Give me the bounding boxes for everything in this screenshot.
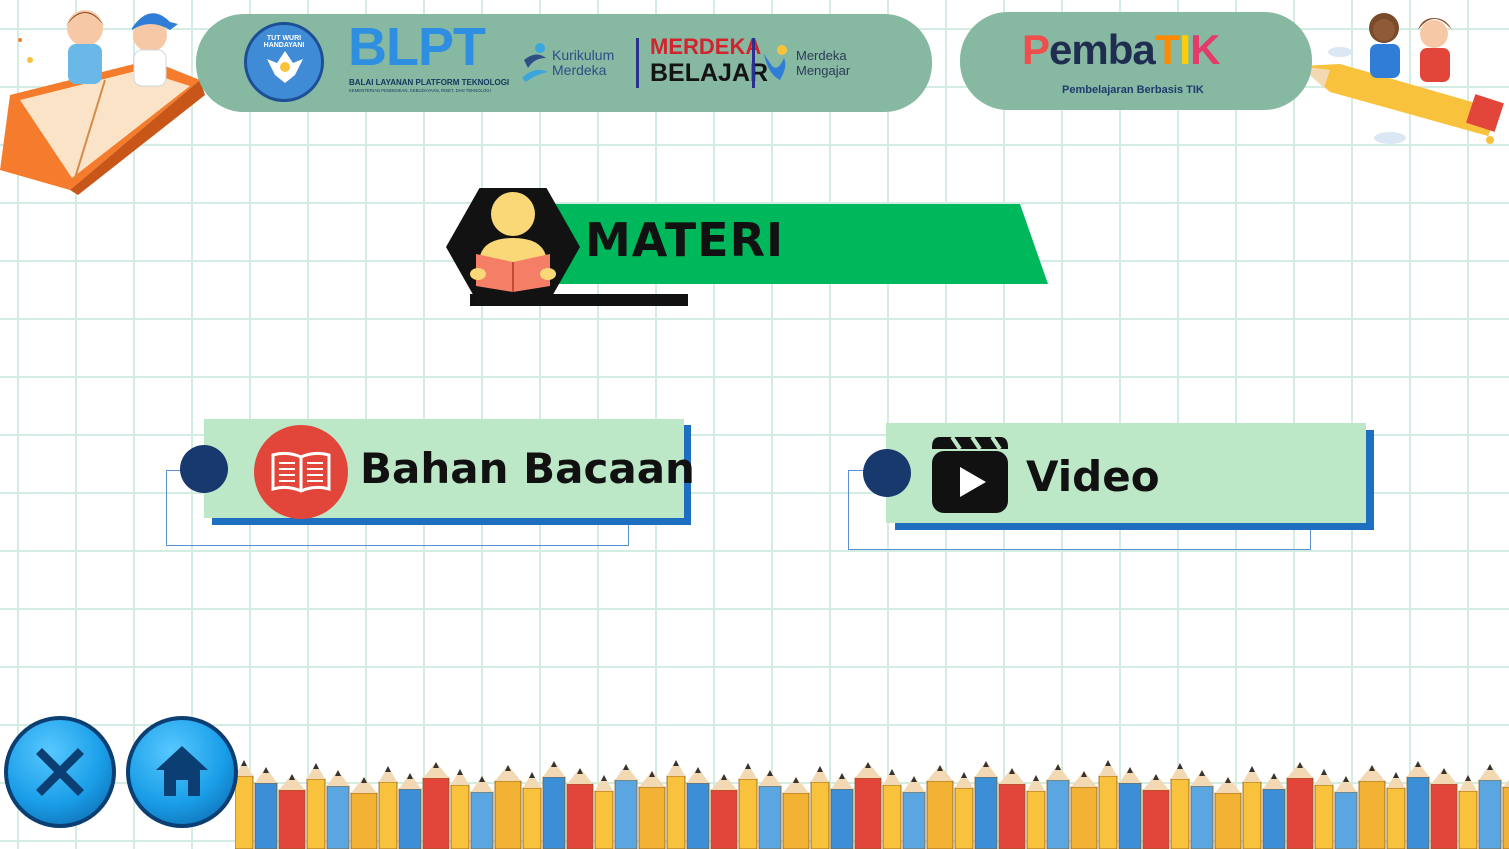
- kurikulum-merdeka-icon: [522, 43, 548, 82]
- kids-reading-book-illustration: [0, 10, 205, 195]
- pencil: [666, 760, 686, 849]
- page-title: MATERI: [585, 213, 785, 267]
- merdeka-mengajar-line1: Merdeka: [796, 48, 847, 63]
- pencil: [350, 777, 378, 849]
- pencil: [926, 765, 954, 849]
- pencil: [902, 776, 926, 849]
- book-icon-circle: [254, 425, 348, 519]
- merdeka-mengajar-text: Merdeka Mengajar: [796, 48, 850, 78]
- kurikulum-line2: Merdeka: [552, 62, 607, 78]
- pencil: [710, 774, 738, 849]
- home-button[interactable]: [126, 716, 238, 828]
- kids-on-pencil-illustration: [1300, 13, 1504, 144]
- partner-logos-banner: TUT WURI HANDAYANI BLPT BALAI LAYANAN PL…: [196, 14, 932, 112]
- pencil: [1314, 769, 1334, 849]
- pencil: [566, 768, 594, 849]
- blpt-logo-subtitle: BALAI LAYANAN PLATFORM TEKNOLOGI: [349, 78, 510, 87]
- pencil: [1242, 766, 1262, 849]
- pencil: [686, 767, 710, 849]
- pembatik-logo-emba: emba: [1049, 26, 1156, 73]
- pembatik-logo-t: T: [1154, 26, 1181, 73]
- pencil: [1026, 775, 1046, 849]
- bullet-dot: [863, 449, 911, 497]
- pencil: [1334, 776, 1358, 849]
- pencil: [882, 769, 902, 849]
- close-icon: [36, 748, 84, 796]
- pencil: [1098, 760, 1118, 849]
- pencil: [758, 770, 782, 849]
- pencil: [1046, 764, 1070, 849]
- pembatik-logo-i: I: [1179, 26, 1191, 73]
- pencil: [522, 772, 542, 849]
- pencil: [614, 764, 638, 849]
- merdeka-mengajar-line2: Mengajar: [796, 63, 851, 78]
- pencil: [638, 771, 666, 849]
- merdeka-mengajar-icon: [764, 45, 787, 80]
- tut-wuri-handayani-emblem: TUT WURI HANDAYANI: [244, 22, 324, 102]
- pencil: [782, 777, 810, 849]
- pencil: [378, 766, 398, 849]
- pencil: [306, 763, 326, 849]
- pencil: [1478, 764, 1502, 849]
- logo-divider: [752, 38, 755, 88]
- bahan-bacaan-label: Bahan Bacaan: [360, 444, 695, 493]
- pencil: [1170, 763, 1190, 849]
- pencil: [854, 762, 882, 849]
- pencil: [1430, 768, 1458, 849]
- book-icon: [271, 451, 331, 493]
- pencil: [1358, 765, 1386, 849]
- pembatik-logo-banner: PembaTIK Pembelajaran Berbasis TIK: [960, 12, 1312, 110]
- pembatik-subtitle: Pembelajaran Berbasis TIK: [1062, 84, 1204, 96]
- kurikulum-merdeka-text: Kurikulum Merdeka: [552, 48, 614, 78]
- pencil: [1262, 773, 1286, 849]
- blpt-logo-title: BLPT: [348, 17, 486, 77]
- logo-divider: [636, 38, 639, 88]
- pencil: [974, 761, 998, 849]
- video-button[interactable]: Video: [886, 423, 1366, 523]
- pencil: [278, 774, 306, 849]
- pencil: [830, 773, 854, 849]
- pencils-border-illustration: [235, 760, 1509, 849]
- pencil: [1386, 772, 1406, 849]
- pencil: [594, 775, 614, 849]
- pencil: [254, 767, 278, 849]
- video-play-icon: [932, 435, 1008, 513]
- kurikulum-line1: Kurikulum: [552, 47, 615, 63]
- pencil: [1406, 761, 1430, 849]
- garuda-emblem-icon: [267, 51, 303, 83]
- merdeka-belajar-line1: MERDEKA: [650, 34, 762, 59]
- pencil: [1190, 770, 1214, 849]
- pencil: [1118, 767, 1142, 849]
- blpt-ministry-text: KEMENTERIAN PENDIDIKAN, KEBUDAYAAN, RISE…: [349, 88, 491, 93]
- video-label: Video: [1026, 452, 1160, 501]
- pencil: [422, 762, 450, 849]
- pencil: [494, 765, 522, 849]
- pencil: [998, 768, 1026, 849]
- pencil: [1458, 775, 1478, 849]
- pencil: [470, 776, 494, 849]
- merdeka-belajar-line2: BELAJAR: [650, 59, 769, 87]
- pencil: [1070, 771, 1098, 849]
- bullet-dot: [180, 445, 228, 493]
- pencil: [1214, 777, 1242, 849]
- home-icon: [156, 746, 208, 796]
- pencil: [954, 772, 974, 849]
- pencil: [542, 761, 566, 849]
- pencil: [398, 773, 422, 849]
- pencil: [1502, 779, 1509, 849]
- pembatik-logo-k: K: [1190, 26, 1220, 73]
- pencil: [326, 770, 350, 849]
- pembatik-logo: PembaTIK: [1022, 26, 1220, 74]
- pembatik-logo-p: P: [1022, 26, 1050, 73]
- pencil: [450, 769, 470, 849]
- close-button[interactable]: [4, 716, 116, 828]
- pencil: [738, 763, 758, 849]
- pencil: [1142, 774, 1170, 849]
- pencil: [810, 766, 830, 849]
- pencil: [1286, 762, 1314, 849]
- bahan-bacaan-button[interactable]: Bahan Bacaan: [204, 419, 695, 519]
